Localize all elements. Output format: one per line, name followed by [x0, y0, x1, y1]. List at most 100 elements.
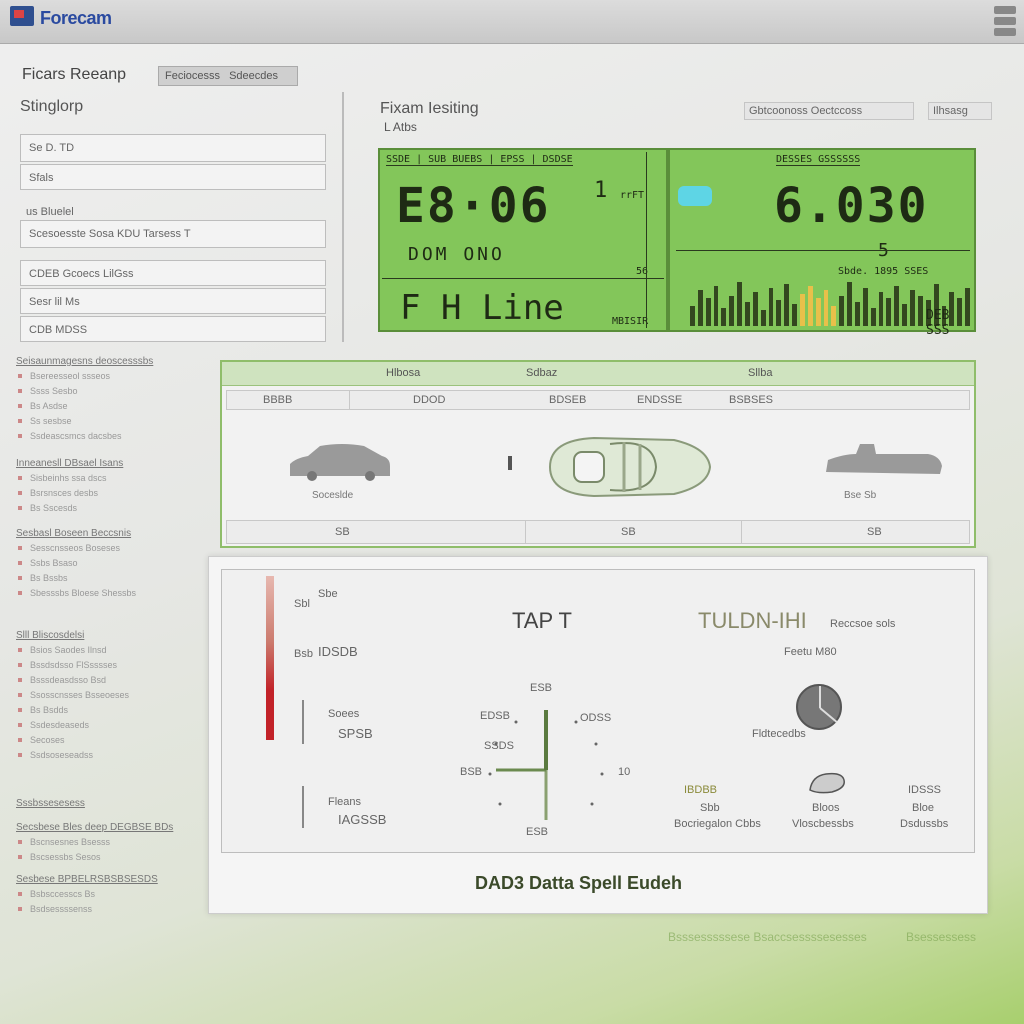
- field-row-4[interactable]: CDEB Gcoecs LilGss: [20, 260, 326, 286]
- sidebar-section: Inneanesll DBsael Isans Sisbeinhs ssa dsc…: [16, 458, 206, 518]
- panel-title-left: TAP T: [512, 608, 572, 633]
- sidebar-item[interactable]: Ss sesbse: [16, 416, 206, 426]
- sidebar-item[interactable]: Bscnsesnes Bsesss: [16, 837, 206, 847]
- sidebar-section-title[interactable]: Sesbese BPBELRSBSBSESDS: [16, 874, 206, 885]
- sidebar-section-title[interactable]: Slll Bliscosdelsi: [16, 630, 206, 641]
- lcd-bar: [886, 298, 892, 326]
- column-header[interactable]: ENDSSE: [637, 394, 682, 406]
- gauge-tick-label: 10: [618, 766, 631, 778]
- lcd-bar: [917, 296, 923, 326]
- lcd-separator: [382, 278, 664, 279]
- lcd-bar: [705, 298, 711, 326]
- sidebar-item[interactable]: Bssdsdsso FlSsssses: [16, 660, 206, 670]
- status-indicator-icon: [678, 186, 712, 206]
- sidebar-section-title[interactable]: Secsbese Bles deep DEGBSE BDs: [16, 822, 206, 833]
- sidebar-item[interactable]: Bsrsnsces desbs: [16, 488, 206, 498]
- sidebar-section-title[interactable]: Sesbasl Boseen Beccsnis: [16, 528, 206, 539]
- sidebar-item[interactable]: Bs Asdse: [16, 401, 206, 411]
- label: Fleans: [328, 796, 362, 808]
- gauge-label: ESB: [530, 682, 553, 694]
- stat-top: IDSSS: [908, 784, 942, 796]
- window-controls[interactable]: [994, 6, 1016, 38]
- sidebar-item[interactable]: Sbesssbs Bloese Shessbs: [16, 588, 206, 598]
- field-row-1[interactable]: Se D. TD: [20, 134, 326, 162]
- tab-1[interactable]: Hlbosa: [386, 367, 420, 379]
- car-side-alt-icon[interactable]: [824, 442, 944, 482]
- minimize-icon[interactable]: [994, 6, 1016, 14]
- sidebar-item[interactable]: Secoses: [16, 735, 206, 745]
- lcd-main-suffix: 1: [594, 178, 611, 203]
- panel-footer-title: DAD3 Datta Spell Eudeh: [475, 873, 683, 893]
- lcd-bar: [807, 286, 813, 326]
- gauge-tick-label: ODSS: [580, 712, 612, 724]
- sidebar-item[interactable]: Sesscnsseos Boseses: [16, 543, 206, 553]
- lcd-bar: [729, 296, 735, 326]
- lcd-top-text: SSDE | SUB BUEBS | EPSS | DSDSE: [386, 154, 573, 166]
- sidebar-item[interactable]: Bsssdeasdsso Bsd: [16, 675, 206, 685]
- gauge-tick-label: BSB: [460, 766, 483, 778]
- footer-item: SB: [867, 526, 882, 538]
- lcd2-bottom-label: DEB SSS: [926, 308, 950, 338]
- panel-title-right-sub: Reccsoe sols: [830, 618, 896, 630]
- sidebar-item[interactable]: Ssdesdeaseds: [16, 720, 206, 730]
- lcd-bar: [713, 286, 719, 326]
- pie-chart-icon: [796, 684, 842, 730]
- sidebar-item[interactable]: Bsdsessssenss: [16, 904, 206, 914]
- lcd-bar: [752, 292, 758, 326]
- sidebar-section-title[interactable]: Sssbssesesess: [16, 798, 206, 809]
- left-header-button-tab[interactable]: Sdeecdes: [229, 70, 278, 82]
- sidebar-item[interactable]: Ssdeascsmcs dacsbes: [16, 431, 206, 441]
- car-top-view-icon[interactable]: [544, 434, 714, 500]
- tab-2[interactable]: Sdbaz: [526, 367, 557, 379]
- sidebar-section: Slll Bliscosdelsi Bsios Saodes Ilnsd Bssds…: [16, 630, 206, 765]
- footer-separator: [741, 521, 742, 543]
- lcd-bar: [760, 310, 766, 326]
- field-row-6[interactable]: CDB MDSS: [20, 316, 326, 342]
- gauge-chart: [488, 710, 604, 820]
- title-bar: Forecam: [0, 0, 1024, 44]
- car-side-icon[interactable]: [286, 442, 394, 482]
- column-header[interactable]: BSBSES: [729, 394, 773, 406]
- tab-3[interactable]: Sllba: [748, 367, 772, 379]
- display-dropdown[interactable]: Gbtcoonoss Oectccoss: [744, 102, 914, 120]
- sidebar-item[interactable]: Bs Bssbs: [16, 573, 206, 583]
- sidebar-item[interactable]: Bs Sscesds: [16, 503, 206, 513]
- sidebar-item[interactable]: Bsbsccesscs Bs: [16, 889, 206, 899]
- lcd2-main-value: 6.030: [774, 178, 929, 234]
- stat-low: Bocriegalon Cbbs: [674, 818, 761, 830]
- sidebar-item[interactable]: Sisbeinhs ssa dscs: [16, 473, 206, 483]
- lcd2-separator: [676, 250, 970, 251]
- vehicle-footer: SB SB SB: [226, 520, 970, 544]
- shoe-icon[interactable]: [808, 770, 848, 796]
- sidebar-item[interactable]: Ssosscnsses Bsseoeses: [16, 690, 206, 700]
- display-header: Fixam Iesiting: [380, 100, 479, 117]
- maximize-icon[interactable]: [994, 17, 1016, 25]
- sidebar-item[interactable]: Ssdsoseseadss: [16, 750, 206, 760]
- field-row-5[interactable]: Sesr lil Ms: [20, 288, 326, 314]
- field-row-2[interactable]: Sfals: [20, 164, 326, 190]
- footer-separator: [525, 521, 526, 543]
- field-row-3[interactable]: Scesoesste Sosa KDU Tarsess T: [20, 220, 326, 248]
- close-icon[interactable]: [994, 28, 1016, 36]
- sidebar-item[interactable]: Bs Bsdds: [16, 705, 206, 715]
- sidebar-item[interactable]: Bsereesseol ssseos: [16, 371, 206, 381]
- level-bar: [266, 576, 274, 740]
- sidebar-item[interactable]: Ssbs Bsaso: [16, 558, 206, 568]
- sidebar-section-title[interactable]: Inneanesll DBsael Isans: [16, 458, 206, 469]
- column-header[interactable]: DDOD: [413, 394, 445, 406]
- divider: [342, 92, 344, 342]
- column-header[interactable]: BDSEB: [549, 394, 586, 406]
- lcd-bar: [768, 288, 774, 326]
- sidebar-item[interactable]: Bsios Saodes Ilnsd: [16, 645, 206, 655]
- stat-top: IBDBB: [684, 784, 718, 796]
- column-header[interactable]: BBBB: [263, 394, 292, 406]
- car-label: Bse Sb: [844, 490, 877, 501]
- sidebar-section-title[interactable]: Seisaunmagesns deoscesssbs: [16, 356, 206, 367]
- sidebar-item[interactable]: Bscsessbs Sesos: [16, 852, 206, 862]
- app-title: Forecam: [40, 8, 112, 28]
- display-button[interactable]: Ilhsasg: [928, 102, 992, 120]
- left-header-button[interactable]: Feciocesss Sdeecdes: [158, 66, 298, 86]
- sidebar-item[interactable]: Ssss Sesbo: [16, 386, 206, 396]
- pie-label: Fldtecedbs: [752, 728, 806, 740]
- marker-icon: [508, 456, 512, 470]
